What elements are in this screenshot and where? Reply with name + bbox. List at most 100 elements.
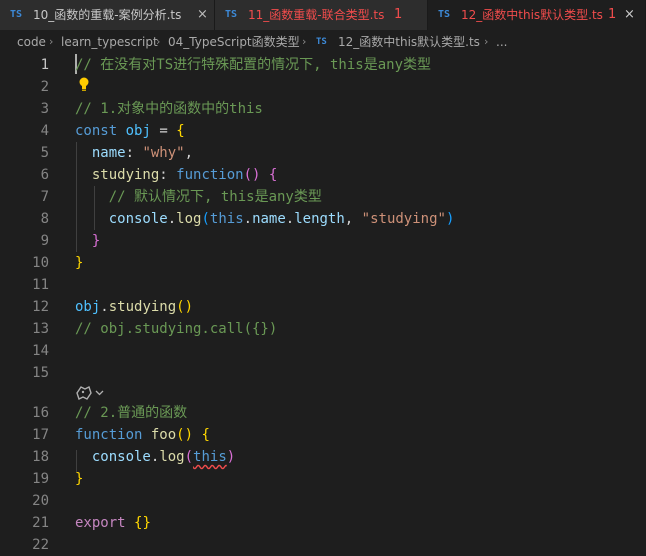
- code-line-12: obj.studying(): [75, 296, 193, 318]
- line-number: 16: [32, 405, 49, 421]
- parens: (): [176, 427, 194, 443]
- method-studying: studying: [108, 299, 177, 315]
- typescript-file-icon: TS: [225, 9, 238, 20]
- braces: {}: [134, 515, 151, 531]
- brace: }: [75, 471, 84, 487]
- identifier-console: console: [108, 211, 168, 227]
- line-number: 14: [32, 343, 49, 359]
- brace: }: [91, 233, 101, 249]
- line-number: 22: [32, 537, 49, 553]
- paren: ): [226, 449, 236, 465]
- tab-label: 11_函数重载-联合类型.ts: [248, 8, 385, 22]
- code-line-8: console.log(this.name.length, "studying"…: [75, 208, 455, 230]
- code-line-21: export {}: [75, 512, 151, 534]
- copilot-icon[interactable]: [75, 384, 109, 402]
- lightbulb-icon[interactable]: [78, 76, 90, 94]
- line-number: 21: [32, 515, 49, 531]
- close-icon[interactable]: ×: [624, 0, 635, 30]
- line-number: 20: [32, 493, 49, 509]
- problem-count-badge: 1: [608, 7, 617, 22]
- colon: :: [159, 167, 177, 183]
- code-editor[interactable]: 1 2 3 4 5 6 7 8 9 10 11 12 13 14 15 16 1…: [0, 54, 646, 556]
- line-number: 1: [40, 57, 49, 73]
- keyword-const: const: [75, 123, 118, 139]
- keyword-export: export: [75, 515, 126, 531]
- property-name: name: [252, 211, 286, 227]
- keyword-this-error[interactable]: this: [193, 449, 227, 465]
- breadcrumb-item[interactable]: code: [17, 30, 46, 54]
- comma: ,: [344, 211, 362, 227]
- line-number: 3: [40, 101, 49, 117]
- typescript-file-icon: TS: [10, 9, 23, 20]
- parens: (): [243, 167, 261, 183]
- code-line-4: const obj = {: [75, 120, 185, 142]
- breadcrumb-item[interactable]: ...: [496, 30, 507, 54]
- breadcrumb-item[interactable]: 12_函数中this默认类型.ts: [338, 30, 480, 54]
- operator: =: [150, 123, 177, 139]
- breadcrumb-item[interactable]: 04_TypeScript函数类型: [168, 30, 300, 54]
- brace: {: [268, 167, 278, 183]
- code-line-18: console.log(this): [75, 446, 235, 468]
- code-line-13: // obj.studying.call({}): [75, 318, 277, 340]
- line-number: 5: [40, 145, 49, 161]
- code-line-19: }: [75, 468, 83, 490]
- code-line-16: // 2.普通的函数: [75, 402, 187, 424]
- code-line-1: // 在没有对TS进行特殊配置的情况下, this是any类型: [75, 54, 431, 76]
- line-number: 4: [40, 123, 49, 139]
- chevron-right-icon: ›: [302, 35, 307, 48]
- code-line-7: // 默认情况下, this是any类型: [75, 186, 322, 208]
- chevron-right-icon: ›: [484, 35, 489, 48]
- comment: // obj.studying.call({}): [75, 321, 278, 337]
- string-literal: "why": [142, 145, 185, 161]
- brace: }: [75, 255, 84, 271]
- function-name-foo: foo: [150, 427, 177, 443]
- tab-11-overload-union[interactable]: TS 11_函数重载-联合类型.ts 1: [215, 0, 428, 30]
- comma: ,: [184, 145, 194, 161]
- comment: // 在没有对TS进行特殊配置的情况下, this是any类型: [75, 57, 432, 73]
- typescript-file-icon: TS: [316, 37, 327, 47]
- comment: // 2.普通的函数: [75, 405, 188, 421]
- tab-12-this-default-type[interactable]: TS 12_函数中this默认类型.ts 1 ×: [428, 0, 646, 30]
- tab-label: 12_函数中this默认类型.ts: [461, 8, 603, 22]
- property-length: length: [294, 211, 345, 227]
- colon: :: [125, 145, 143, 161]
- code-line-10: }: [75, 252, 83, 274]
- brace: {: [176, 123, 185, 139]
- tab-10-overload-case[interactable]: TS 10_函数的重载-案例分析.ts ×: [0, 0, 215, 30]
- code-line-5: name: "why",: [75, 142, 193, 164]
- identifier-console: console: [91, 449, 151, 465]
- parens: (): [176, 299, 194, 315]
- keyword-function: function: [75, 427, 143, 443]
- line-number: 9: [40, 233, 49, 249]
- dot: .: [167, 211, 177, 227]
- breadcrumb-item[interactable]: learn_typescript: [61, 30, 158, 54]
- code-line-9: }: [75, 230, 100, 252]
- code-line-3: // 1.对象中的函数中的this: [75, 98, 263, 120]
- comment: // 1.对象中的函数中的this: [75, 101, 263, 117]
- line-number: 11: [32, 277, 49, 293]
- keyword-function: function: [176, 167, 244, 183]
- method-name: studying: [91, 167, 160, 183]
- paren: ): [445, 211, 455, 227]
- problem-count-badge: 1: [394, 7, 403, 22]
- breadcrumb: code › learn_typescript › 04_TypeScript函…: [0, 30, 646, 54]
- line-number: 12: [32, 299, 49, 315]
- line-number: 13: [32, 321, 49, 337]
- close-icon[interactable]: ×: [197, 0, 208, 30]
- identifier-obj: obj: [125, 123, 151, 139]
- identifier-obj: obj: [75, 299, 101, 315]
- chevron-right-icon: ›: [49, 35, 54, 48]
- line-number: 8: [40, 211, 49, 227]
- method-log: log: [159, 449, 185, 465]
- dot: .: [285, 211, 295, 227]
- line-number: 7: [40, 189, 49, 205]
- keyword-this: this: [209, 211, 244, 227]
- line-number: 10: [32, 255, 49, 271]
- brace: {: [201, 427, 210, 443]
- line-number: 19: [32, 471, 49, 487]
- dot: .: [243, 211, 253, 227]
- dot: .: [100, 299, 109, 315]
- paren: (: [201, 211, 210, 227]
- line-number: 17: [32, 427, 49, 443]
- code-line-17: function foo() {: [75, 424, 210, 446]
